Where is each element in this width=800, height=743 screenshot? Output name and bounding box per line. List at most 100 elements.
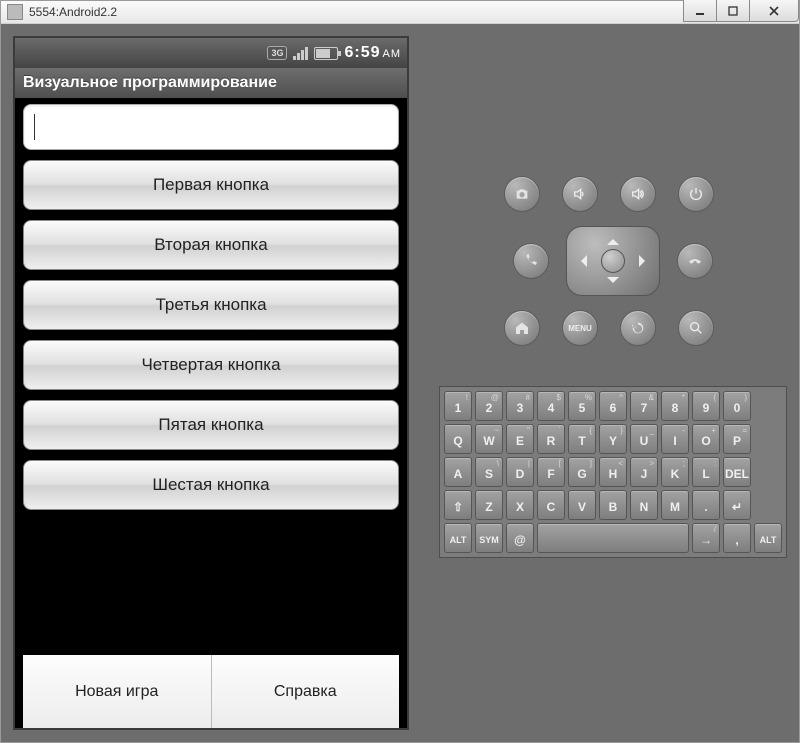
key-alt-left[interactable]: ALT: [444, 523, 472, 553]
key-p[interactable]: P=: [723, 424, 751, 454]
key-q[interactable]: Q: [444, 424, 472, 454]
dpad-left-icon[interactable]: [575, 255, 587, 267]
options-menu: Новая игра Справка: [23, 654, 399, 728]
button-4[interactable]: Четвертая кнопка: [23, 340, 399, 390]
key-w[interactable]: W~: [475, 424, 503, 454]
key-.[interactable]: .: [692, 490, 720, 520]
call-icon: [523, 253, 539, 269]
volume-down-icon: [572, 186, 588, 202]
menu-new-game[interactable]: Новая игра: [23, 655, 211, 728]
key-9[interactable]: 9(: [692, 391, 720, 421]
close-button[interactable]: [749, 0, 799, 22]
hardware-buttons-row3: MENU: [504, 310, 722, 346]
key-3[interactable]: 3#: [506, 391, 534, 421]
search-icon: [688, 320, 704, 336]
signal-icon: [293, 46, 308, 60]
minimize-button[interactable]: [683, 0, 717, 22]
button-6[interactable]: Шестая кнопка: [23, 460, 399, 510]
key-slash[interactable]: →/: [692, 523, 720, 553]
key-a[interactable]: A: [444, 457, 472, 487]
camera-button[interactable]: [504, 176, 540, 212]
key-6[interactable]: 6^: [599, 391, 627, 421]
key-alt-right[interactable]: ALT: [754, 523, 782, 553]
call-button[interactable]: [513, 243, 549, 279]
key-v[interactable]: V: [568, 490, 596, 520]
dpad[interactable]: [566, 226, 660, 296]
key-m[interactable]: M: [661, 490, 689, 520]
keyboard-row-3: AS\D|F[G]H<J>K;L:DEL: [444, 457, 782, 487]
key-z[interactable]: Z: [475, 490, 503, 520]
key-b[interactable]: B: [599, 490, 627, 520]
key-shift[interactable]: ⇧: [444, 490, 472, 520]
button-3[interactable]: Третья кнопка: [23, 280, 399, 330]
dpad-center[interactable]: [601, 249, 625, 273]
key-n[interactable]: N: [630, 490, 658, 520]
key-0[interactable]: 0): [723, 391, 751, 421]
key-o[interactable]: O+: [692, 424, 720, 454]
key-t[interactable]: T{: [568, 424, 596, 454]
key-delete[interactable]: DEL: [723, 457, 751, 487]
keyboard-row-4: ⇧ZXCVBNM.↵: [444, 490, 782, 520]
key-y[interactable]: Y}: [599, 424, 627, 454]
key-c[interactable]: C: [537, 490, 565, 520]
key-j[interactable]: J>: [630, 457, 658, 487]
key-8[interactable]: 8*: [661, 391, 689, 421]
dpad-right-icon[interactable]: [639, 255, 651, 267]
key-r[interactable]: R`: [537, 424, 565, 454]
key-space[interactable]: [537, 523, 689, 553]
dpad-down-icon[interactable]: [607, 277, 619, 289]
power-button[interactable]: [678, 176, 714, 212]
back-icon: [630, 320, 646, 336]
menu-button[interactable]: MENU: [562, 310, 598, 346]
emulator-side-panel: MENU 1!2@3#4$5%6^7&8*9(0) QW~E"R`T{Y}U_I…: [439, 36, 787, 730]
button-5[interactable]: Пятая кнопка: [23, 400, 399, 450]
key-1[interactable]: 1!: [444, 391, 472, 421]
key-7[interactable]: 7&: [630, 391, 658, 421]
end-call-button[interactable]: [677, 243, 713, 279]
text-cursor: [34, 114, 35, 140]
key-u[interactable]: U_: [630, 424, 658, 454]
key-5[interactable]: 5%: [568, 391, 596, 421]
key-i[interactable]: I-: [661, 424, 689, 454]
key-s[interactable]: S\: [475, 457, 503, 487]
window-app-icon: [7, 4, 23, 20]
power-icon: [688, 186, 704, 202]
back-button[interactable]: [620, 310, 656, 346]
key-x[interactable]: X: [506, 490, 534, 520]
app-body: Первая кнопка Вторая кнопка Третья кнопк…: [15, 98, 407, 728]
app-title-bar: Визуальное программирование: [15, 68, 407, 98]
key-enter[interactable]: ↵: [723, 490, 751, 520]
key-2[interactable]: 2@: [475, 391, 503, 421]
home-button[interactable]: [504, 310, 540, 346]
key-l[interactable]: L:: [692, 457, 720, 487]
text-input[interactable]: [23, 104, 399, 150]
volume-down-button[interactable]: [562, 176, 598, 212]
emulator-client-area: 3G 6:59AM Визуальное программирование Пе…: [1, 24, 799, 742]
window-frame: 5554:Android2.2 3G 6:59AM: [0, 0, 800, 743]
key-h[interactable]: H<: [599, 457, 627, 487]
dpad-up-icon[interactable]: [607, 233, 619, 245]
key-d[interactable]: D|: [506, 457, 534, 487]
battery-icon: [314, 47, 338, 60]
search-button[interactable]: [678, 310, 714, 346]
volume-up-button[interactable]: [620, 176, 656, 212]
key-k[interactable]: K;: [661, 457, 689, 487]
dpad-area: [509, 226, 717, 296]
button-2[interactable]: Вторая кнопка: [23, 220, 399, 270]
key-g[interactable]: G]: [568, 457, 596, 487]
clock: 6:59AM: [344, 44, 401, 62]
window-titlebar[interactable]: 5554:Android2.2: [1, 1, 799, 24]
key-e[interactable]: E": [506, 424, 534, 454]
maximize-button[interactable]: [716, 0, 750, 22]
key-at[interactable]: @: [506, 523, 534, 553]
key-sym[interactable]: SYM: [475, 523, 503, 553]
key-comma[interactable]: ,: [723, 523, 751, 553]
key-4[interactable]: 4$: [537, 391, 565, 421]
window-buttons: [684, 0, 799, 22]
hardware-buttons-row1: [504, 176, 722, 212]
keyboard-row-1: 1!2@3#4$5%6^7&8*9(0): [444, 391, 782, 421]
key-f[interactable]: F[: [537, 457, 565, 487]
menu-help[interactable]: Справка: [211, 655, 400, 728]
network-3g-icon: 3G: [267, 46, 287, 60]
button-1[interactable]: Первая кнопка: [23, 160, 399, 210]
